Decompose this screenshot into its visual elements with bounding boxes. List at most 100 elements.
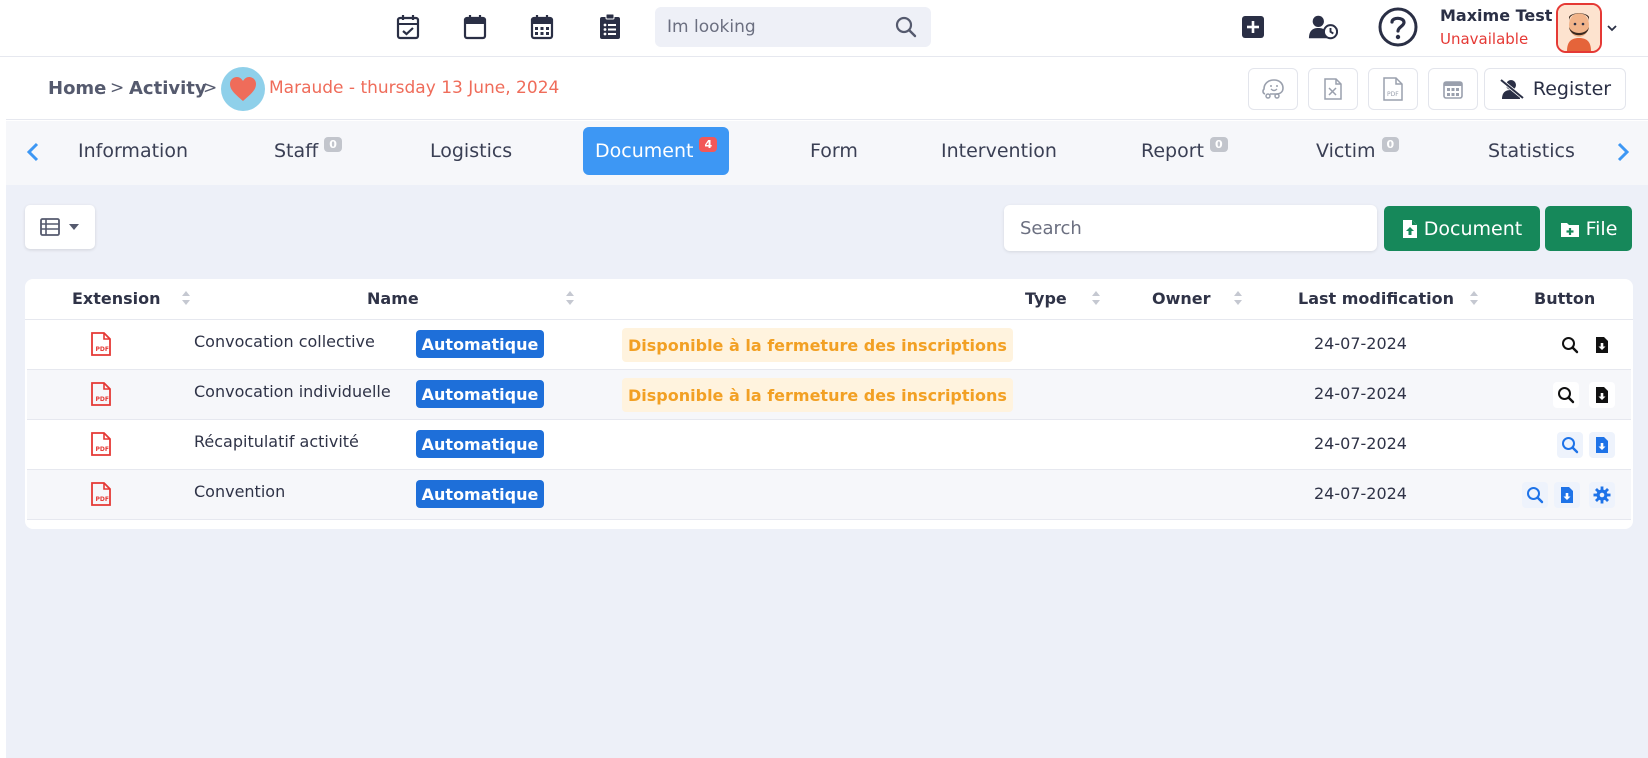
global-search-input[interactable] <box>667 17 887 37</box>
pdf-file-icon: PDF <box>91 482 111 510</box>
modification-date: 24-07-2024 <box>1314 434 1407 453</box>
tab-statistics[interactable]: Statistics <box>1476 127 1587 175</box>
table-row[interactable]: PDF Convocation individuelle Automatique… <box>27 370 1631 420</box>
search-icon[interactable] <box>895 16 917 42</box>
calendar-icon[interactable] <box>460 12 490 42</box>
modification-date: 24-07-2024 <box>1314 484 1407 503</box>
documents-table: Extension Name Type Owner Last modificat… <box>25 279 1633 529</box>
tab-label: Information <box>78 140 188 162</box>
document-search-input[interactable] <box>1020 217 1361 239</box>
column-header-extension[interactable]: Extension <box>72 289 161 308</box>
tab-report[interactable]: Report 0 <box>1129 127 1240 175</box>
tab-intervention[interactable]: Intervention <box>929 127 1069 175</box>
view-mode-dropdown[interactable] <box>25 205 95 249</box>
waze-button[interactable] <box>1248 68 1298 110</box>
document-name: Récapitulatif activité <box>194 432 359 451</box>
plus-square-icon[interactable] <box>1238 12 1268 42</box>
tab-count-badge: 4 <box>699 136 718 152</box>
tab-logistics[interactable]: Logistics <box>418 127 524 175</box>
calendar-grid-icon[interactable] <box>527 12 557 42</box>
file-excel-icon <box>1324 78 1342 100</box>
breadcrumb-separator: > <box>110 78 125 98</box>
download-button[interactable] <box>1589 432 1615 458</box>
file-download-icon <box>1596 337 1608 353</box>
download-button[interactable] <box>1589 382 1615 408</box>
user-clock-icon[interactable] <box>1308 12 1338 42</box>
sort-icon[interactable] <box>1091 289 1101 311</box>
chevron-left-icon[interactable] <box>26 141 40 167</box>
column-header-name[interactable]: Name <box>367 289 419 308</box>
chevron-right-icon[interactable] <box>1616 141 1630 167</box>
svg-text:PDF: PDF <box>96 496 109 503</box>
global-search <box>655 7 931 47</box>
pdf-file-icon: PDF <box>91 332 111 360</box>
tab-count-badge: 0 <box>1381 136 1400 152</box>
tab-information[interactable]: Information <box>66 127 200 175</box>
top-bar: Maxime Test Unavailable <box>0 0 1648 57</box>
sort-icon[interactable] <box>181 289 191 311</box>
search-icon <box>1558 387 1575 404</box>
preview-button[interactable] <box>1557 332 1583 358</box>
tab-count-badge: 0 <box>1209 136 1228 152</box>
modification-date: 24-07-2024 <box>1314 384 1407 403</box>
register-button[interactable]: Register <box>1484 68 1626 110</box>
add-document-button[interactable]: Document <box>1384 206 1540 251</box>
pdf-file-icon: PDF <box>91 432 111 460</box>
preview-button[interactable] <box>1557 432 1583 458</box>
tab-victim[interactable]: Victim 0 <box>1304 127 1411 175</box>
calendar-check-icon[interactable] <box>393 12 423 42</box>
availability-badge: Disponible à la fermeture des inscriptio… <box>622 328 1013 362</box>
download-button[interactable] <box>1589 332 1615 358</box>
table-row[interactable]: PDF Convention Automatique 24-07-2024 <box>27 470 1631 520</box>
document-panel: Document File Extension Name Type Owner … <box>6 185 1648 758</box>
svg-text:PDF: PDF <box>96 346 109 353</box>
tab-document[interactable]: Document 4 <box>583 127 730 175</box>
breadcrumb-home[interactable]: Home <box>48 78 106 99</box>
calendar-export-button[interactable] <box>1428 68 1478 110</box>
waze-icon <box>1262 79 1284 99</box>
tab-staff[interactable]: Staff 0 <box>262 127 354 175</box>
tab-form[interactable]: Form <box>798 127 870 175</box>
folder-plus-icon <box>1560 222 1579 237</box>
search-icon <box>1527 487 1544 504</box>
document-name: Convocation collective <box>194 332 375 351</box>
document-name: Convention <box>194 482 286 501</box>
sort-icon[interactable] <box>1233 289 1243 311</box>
settings-button[interactable] <box>1589 482 1615 508</box>
type-badge: Automatique <box>416 480 544 508</box>
user-name: Maxime Test <box>1440 6 1553 25</box>
file-download-icon <box>1596 387 1608 403</box>
breadcrumb-activity[interactable]: Activity <box>129 78 207 99</box>
table-row[interactable]: PDF Récapitulatif activité Automatique 2… <box>27 420 1631 470</box>
file-pdf-icon: PDF <box>1383 77 1403 101</box>
preview-button[interactable] <box>1553 382 1579 408</box>
help-icon[interactable] <box>1378 7 1418 47</box>
download-button[interactable] <box>1554 482 1580 508</box>
tab-label: Staff <box>274 140 319 162</box>
export-pdf-button[interactable]: PDF <box>1368 68 1418 110</box>
table-row[interactable]: PDF Convocation collective Automatique D… <box>27 320 1631 370</box>
sort-icon[interactable] <box>1469 289 1479 311</box>
user-status[interactable]: Unavailable <box>1440 30 1528 48</box>
column-header-last-modification[interactable]: Last modification <box>1298 289 1454 308</box>
column-header-owner[interactable]: Owner <box>1152 289 1211 308</box>
column-header-button: Button <box>1534 289 1596 308</box>
user-slash-icon <box>1499 78 1524 100</box>
svg-text:PDF: PDF <box>1387 91 1399 98</box>
tab-label: Statistics <box>1488 140 1575 162</box>
preview-button[interactable] <box>1522 482 1548 508</box>
clipboard-list-icon[interactable] <box>595 12 625 42</box>
chevron-down-icon[interactable] <box>1606 18 1618 37</box>
file-upload-icon <box>1402 219 1417 238</box>
search-icon <box>1562 437 1579 454</box>
document-search <box>1004 205 1377 251</box>
tab-label: Report <box>1141 140 1204 162</box>
avatar[interactable] <box>1556 3 1602 53</box>
add-file-button[interactable]: File <box>1545 206 1632 251</box>
column-header-type[interactable]: Type <box>1025 289 1067 308</box>
sort-icon[interactable] <box>565 289 575 311</box>
export-excel-button[interactable] <box>1308 68 1358 110</box>
type-badge: Automatique <box>416 380 544 408</box>
svg-text:PDF: PDF <box>96 446 109 453</box>
breadcrumb: Home > Activity > Maraude - thursday 13 … <box>6 58 1648 120</box>
